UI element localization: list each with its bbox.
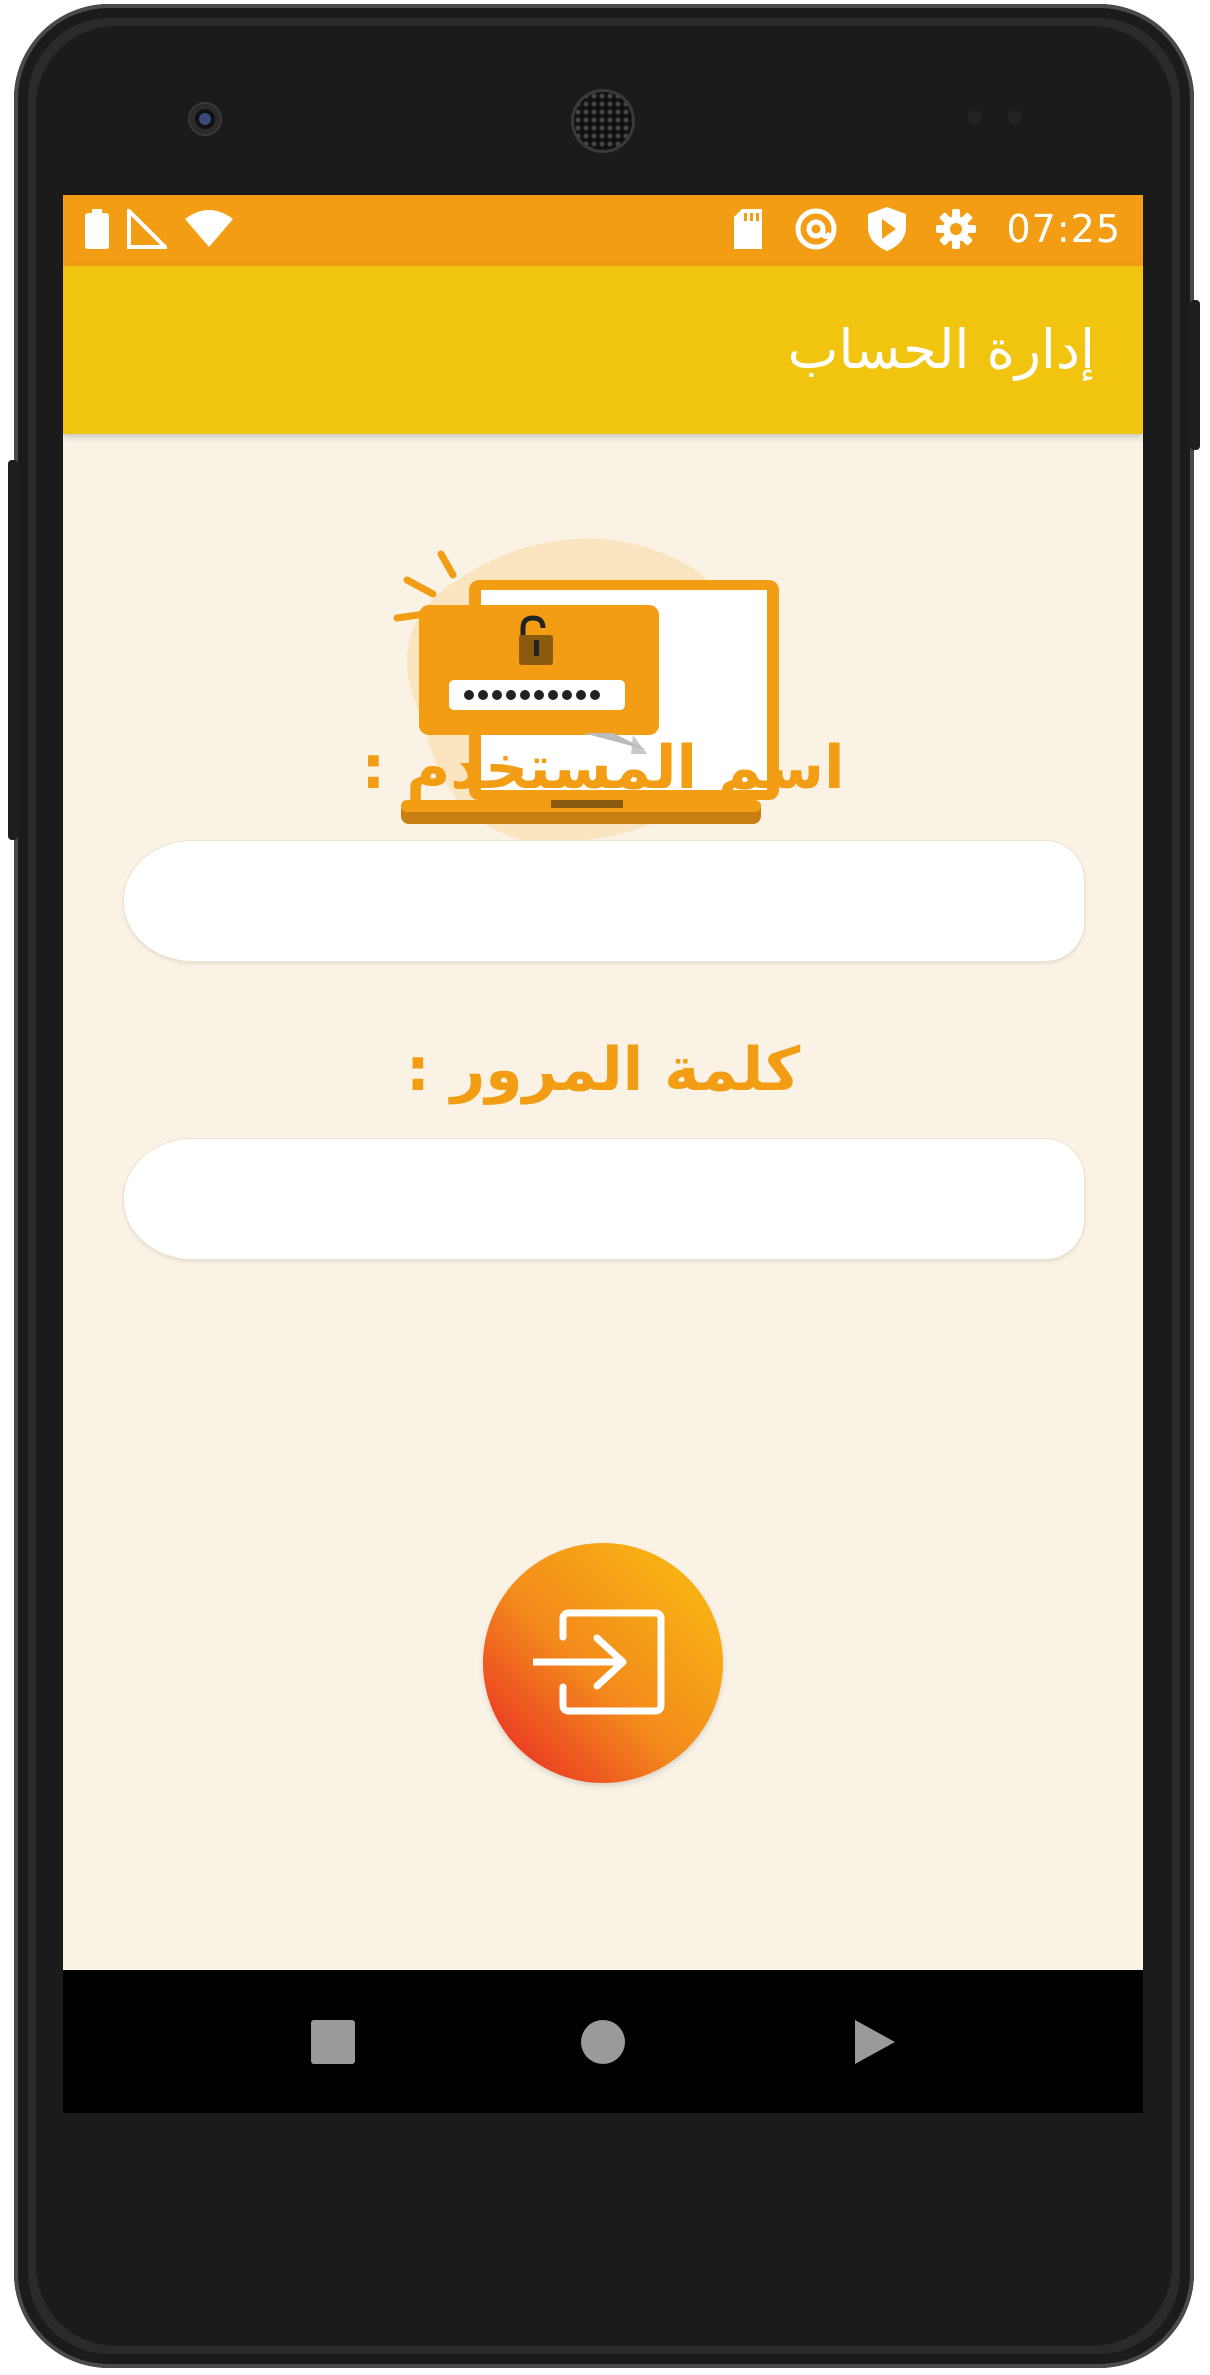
power-button bbox=[1190, 300, 1200, 450]
wifi-icon bbox=[185, 210, 233, 247]
status-bar: 07:25 bbox=[63, 195, 1143, 266]
home-circle-icon bbox=[581, 2020, 625, 2064]
sd-card-icon bbox=[734, 209, 763, 249]
password-field[interactable] bbox=[123, 1138, 1085, 1260]
status-time: 07:25 bbox=[1006, 207, 1121, 251]
navigation-bar bbox=[63, 1970, 1143, 2113]
password-input[interactable] bbox=[124, 1139, 1084, 1259]
username-label: اسم المستخدم : bbox=[361, 733, 845, 803]
app-screen: 07:25 إدارة الحساب اسم المستخدم: كلمة ا… bbox=[63, 195, 1143, 2113]
page-title: إدارة الحساب bbox=[787, 318, 1095, 381]
at-sign-icon bbox=[795, 208, 837, 250]
app-bar: إدارة الحساب bbox=[63, 266, 1143, 434]
proximity-sensor bbox=[968, 110, 982, 124]
username-input[interactable] bbox=[124, 841, 1084, 961]
no-signal-icon bbox=[127, 209, 167, 249]
home-button[interactable] bbox=[579, 2018, 627, 2066]
volume-button bbox=[8, 460, 18, 840]
back-button[interactable] bbox=[851, 2018, 899, 2066]
battery-icon bbox=[85, 209, 109, 249]
username-field[interactable] bbox=[123, 840, 1085, 962]
gear-icon bbox=[936, 209, 977, 249]
recents-square-icon bbox=[311, 2020, 355, 2064]
recents-button[interactable] bbox=[309, 2018, 357, 2066]
front-camera bbox=[190, 104, 220, 134]
back-triangle-icon bbox=[855, 2020, 895, 2064]
shield-play-icon bbox=[868, 207, 907, 251]
login-button[interactable] bbox=[483, 1543, 723, 1783]
earpiece-speaker bbox=[574, 92, 632, 150]
password-label: كلمة المرور : bbox=[405, 1035, 801, 1105]
laptop-lock-illustration bbox=[393, 538, 779, 842]
light-sensor bbox=[1008, 110, 1022, 124]
login-icon bbox=[533, 1609, 665, 1715]
